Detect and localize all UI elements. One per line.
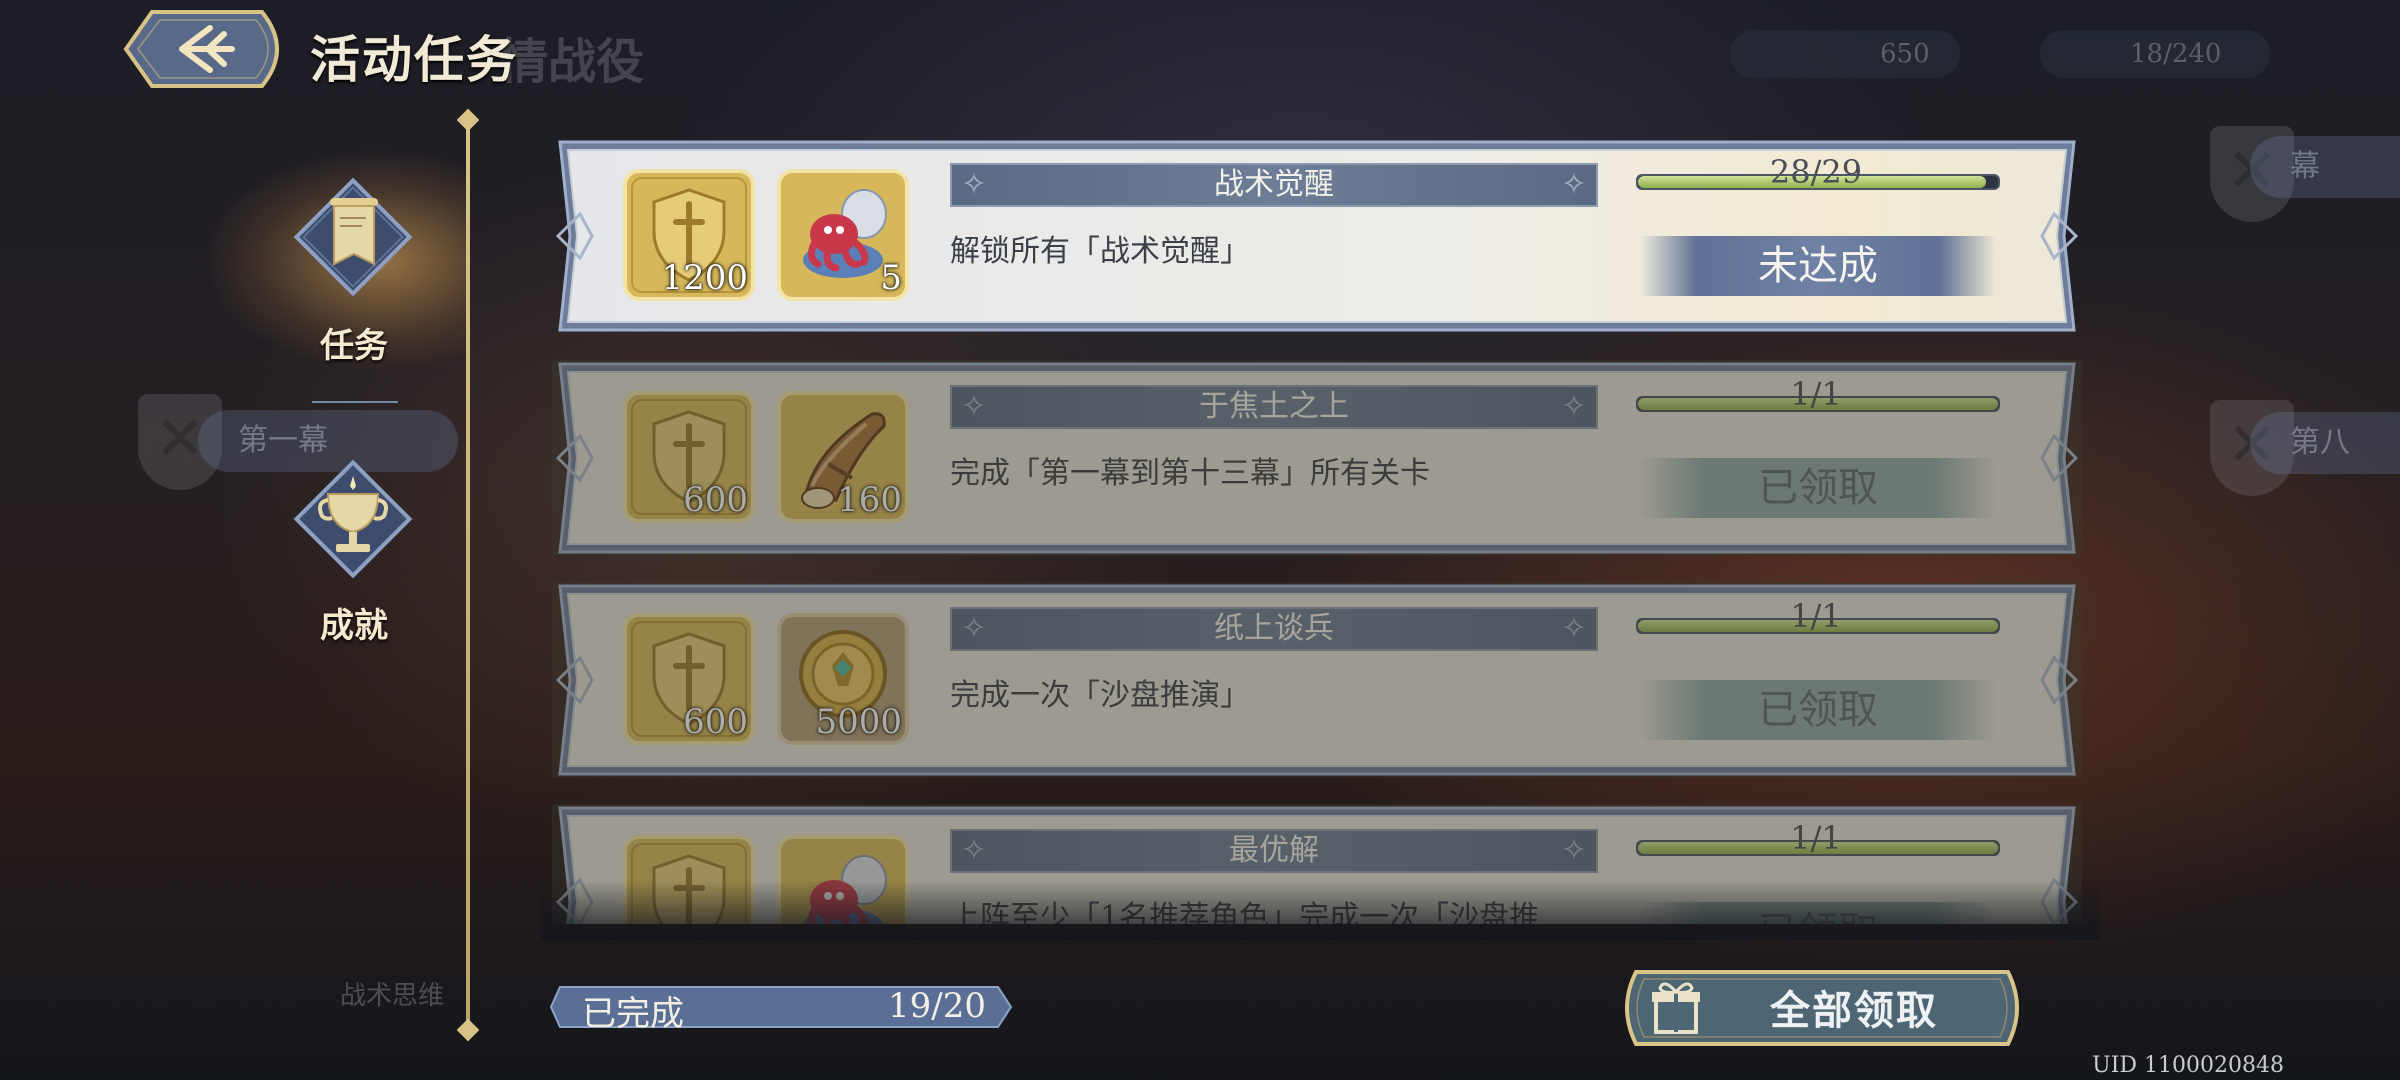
completed-value: 19/20 — [888, 986, 986, 1026]
reward-item[interactable]: 600 — [622, 390, 756, 524]
reward-item[interactable]: 160 — [776, 390, 910, 524]
reward-item[interactable]: 600 — [622, 612, 756, 746]
reward-quantity: 1200 — [661, 258, 748, 298]
task-title-bar: ✧ ✧ 战术觉醒 — [950, 163, 1598, 207]
background-stage-title: 情战役 — [500, 34, 645, 90]
reward-quantity: 5000 — [815, 702, 902, 742]
back-button[interactable] — [112, 6, 296, 92]
task-title: 战术觉醒 — [1214, 167, 1334, 202]
back-arrow-icon — [123, 10, 279, 88]
rail-end-ornament — [456, 1018, 480, 1042]
task-card[interactable]: 1200 5 ✧ ✧ 战术觉醒解锁所有「战术觉醒」 28/29 未达成 — [552, 138, 2082, 334]
reward-quantity: 600 — [683, 480, 748, 520]
task-title-bar: ✧ ✧ 最优解 — [950, 829, 1598, 873]
task-card[interactable]: 600 160 ✧ ✧ 于焦土之上完成「第一幕到第十三幕」所有关卡 1/1 已领取 — [552, 360, 2082, 556]
completed-label: 已完成 — [582, 994, 684, 1034]
task-progress-text: 28/29 — [1769, 153, 1863, 191]
task-claimed-button[interactable]: 已领取 — [1640, 680, 1996, 740]
task-title-bar: ✧ ✧ 于焦土之上 — [950, 385, 1598, 429]
task-title-bar: ✧ ✧ 纸上谈兵 — [950, 607, 1598, 651]
task-incomplete-button[interactable]: 未达成 — [1640, 236, 1996, 296]
user-uid: UID 1100020848 — [2092, 1053, 2284, 1078]
list-bottom-fade — [540, 880, 2100, 940]
task-description: 解锁所有「战术觉醒」 — [950, 234, 1250, 269]
reward-item[interactable]: 5 — [776, 168, 910, 302]
sidebar-item-label: 成就 — [320, 606, 388, 646]
page-title: 活动任务 — [310, 30, 518, 89]
sidebar-divider-rail — [466, 118, 470, 1033]
scroll-banner-icon — [288, 172, 418, 302]
task-description: 完成「第一幕到第十三幕」所有关卡 — [950, 456, 1430, 491]
trophy-icon — [288, 454, 418, 584]
claim-all-label: 全部领取 — [1770, 987, 1938, 1034]
sidebar-item-label: 任务 — [320, 326, 388, 366]
sidebar-separator — [312, 401, 398, 403]
rail-end-ornament — [456, 108, 480, 132]
task-progress-text: 1/1 — [1790, 597, 1842, 635]
background-stage-pill: 第八 — [2250, 412, 2400, 474]
task-title: 最优解 — [1229, 833, 1319, 868]
task-card[interactable]: 600 5000 ✧ ✧ 纸上谈兵完成一次「沙盘推演」 1/1 已领取 — [552, 582, 2082, 778]
task-progress-text: 1/1 — [1790, 375, 1842, 413]
task-title: 于焦土之上 — [1199, 389, 1349, 424]
background-stage-pill: 幕 — [2250, 136, 2400, 198]
task-claimed-button[interactable]: 已领取 — [1640, 458, 1996, 518]
background-resource-b: 18/240 — [2040, 30, 2270, 78]
reward-quantity: 160 — [837, 480, 902, 520]
background-resource-a: 650 — [1730, 30, 1960, 78]
task-title: 纸上谈兵 — [1214, 611, 1334, 646]
reward-quantity: 600 — [683, 702, 748, 742]
task-progress-text: 1/1 — [1790, 819, 1842, 857]
reward-item[interactable]: 1200 — [622, 168, 756, 302]
task-description: 完成一次「沙盘推演」 — [950, 678, 1250, 713]
reward-item[interactable]: 5000 — [776, 612, 910, 746]
reward-quantity: 5 — [880, 258, 902, 298]
background-stage-label: 战术思维 — [340, 981, 445, 1011]
